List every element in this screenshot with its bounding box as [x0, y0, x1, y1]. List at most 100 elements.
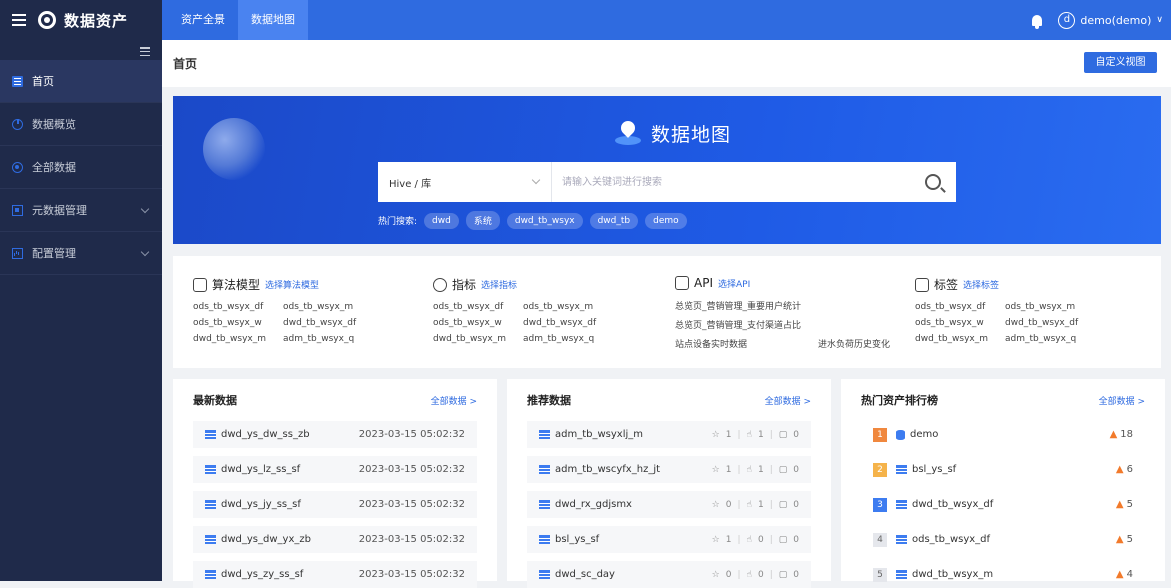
menu-toggle-icon[interactable]: [12, 14, 26, 26]
list-item[interactable]: dwd_rx_gdjsmx ☆ 0 | ☝ 1 | ▢ 0: [527, 491, 811, 518]
hit-count: 5: [1126, 534, 1133, 545]
source-select[interactable]: Hive / 库: [378, 162, 552, 202]
category-item[interactable]: 总览页_营销管理_重要用户统计: [675, 299, 801, 312]
item-time: 2023-03-15 05:02:32: [358, 534, 465, 545]
search-input[interactable]: [552, 162, 910, 202]
category-item[interactable]: dwd_tb_wsyx_m: [193, 334, 266, 344]
category-item[interactable]: ods_tb_wsyx_m: [523, 302, 596, 312]
list-item[interactable]: adm_tb_wsyxlj_m ☆ 1 | ☝ 1 | ▢ 0: [527, 421, 811, 448]
list-item[interactable]: adm_tb_wscyfx_hz_jt ☆ 1 | ☝ 1 | ▢ 0: [527, 456, 811, 483]
category-item[interactable]: ods_tb_wsyx_m: [283, 302, 356, 312]
top-bar: 数据资产 资产全景 数据地图 d demo(demo) ∨: [0, 0, 1171, 40]
category-item[interactable]: adm_tb_wsyx_q: [1005, 334, 1078, 344]
sidebar-item-home[interactable]: 首页: [0, 60, 162, 103]
hot-tag[interactable]: dwd: [424, 212, 459, 229]
ranking-item[interactable]: 3 dwd_tb_wsyx_df ▲ 5: [861, 491, 1145, 518]
category-title: 算法模型: [212, 278, 261, 292]
sidebar-item-all-data[interactable]: 全部数据: [0, 146, 162, 189]
category-item[interactable]: ods_tb_wsyx_m: [1005, 302, 1078, 312]
star-count: 1: [725, 464, 732, 475]
like-count: 1: [757, 429, 764, 440]
all-data-link[interactable]: 全部数据 >: [765, 394, 811, 407]
list-item[interactable]: dwd_ys_dw_ss_zb 2023-03-15 05:02:32: [193, 421, 477, 448]
list-item[interactable]: dwd_ys_jy_ss_sf 2023-03-15 05:02:32: [193, 491, 477, 518]
user-menu[interactable]: d demo(demo) ∨: [1058, 11, 1163, 29]
item-name: adm_tb_wsyxlj_m: [555, 429, 644, 440]
item-name: demo: [910, 429, 939, 440]
list-item[interactable]: dwd_sc_day ☆ 0 | ☝ 0 | ▢ 0: [527, 561, 811, 588]
search-button[interactable]: [910, 162, 956, 202]
comment-icon: ▢: [778, 499, 788, 510]
comment-icon: ▢: [778, 429, 788, 440]
item-name: dwd_rx_gdjsmx: [555, 499, 632, 510]
list-item[interactable]: bsl_ys_sf ☆ 1 | ☝ 0 | ▢ 0: [527, 526, 811, 553]
category-item[interactable]: dwd_tb_wsyx_m: [433, 334, 506, 344]
collapse-sidebar-icon[interactable]: [140, 47, 150, 56]
sidebar-item-config[interactable]: 配置管理: [0, 232, 162, 275]
category-item[interactable]: dwd_tb_wsyx_df: [283, 318, 356, 328]
category-item[interactable]: adm_tb_wsyx_q: [523, 334, 596, 344]
table-icon: [539, 500, 550, 509]
category-item[interactable]: ods_tb_wsyx_w: [915, 318, 988, 328]
category-item[interactable]: dwd_tb_wsyx_df: [1005, 318, 1078, 328]
category-item[interactable]: ods_tb_wsyx_w: [433, 318, 506, 328]
ranking-item[interactable]: 5 dwd_tb_wsyx_m ▲ 4: [861, 561, 1145, 588]
category-item[interactable]: 进水负荷历史变化: [818, 337, 890, 350]
rank-badge: 2: [873, 462, 887, 477]
list-item[interactable]: dwd_ys_lz_ss_sf 2023-03-15 05:02:32: [193, 456, 477, 483]
item-name: dwd_ys_dw_ss_zb: [221, 429, 310, 440]
category-item[interactable]: ods_tb_wsyx_df: [193, 302, 266, 312]
hot-tag[interactable]: 系统: [465, 211, 500, 230]
category-item[interactable]: 站点设备实时数据: [675, 337, 801, 350]
hit-count: 4: [1126, 569, 1133, 580]
sidebar-item-metadata[interactable]: 元数据管理: [0, 189, 162, 232]
thumb-up-icon: ☝: [746, 464, 752, 475]
sidebar-item-label: 首页: [32, 75, 54, 88]
category-item[interactable]: ods_tb_wsyx_w: [193, 318, 266, 328]
recommended-data-panel: 推荐数据 全部数据 > adm_tb_wsyxlj_m ☆ 1 | ☝ 1 | ▢ 0 adm…: [507, 379, 831, 588]
all-data-link[interactable]: 全部数据 >: [1099, 394, 1145, 407]
hot-tag[interactable]: dwd_tb: [589, 212, 639, 229]
item-name: ods_tb_wsyx_df: [912, 534, 991, 545]
category-item[interactable]: adm_tb_wsyx_q: [283, 334, 356, 344]
category-item[interactable]: dwd_tb_wsyx_df: [523, 318, 596, 328]
main-content: 首页 自定义视图 数据地图 Hive / 库 热门搜索: dwd 系统 dwd_…: [162, 40, 1171, 588]
bell-icon[interactable]: [1032, 14, 1043, 29]
comment-count: 0: [793, 569, 799, 580]
brand-title: 数据资产: [64, 11, 129, 30]
rank-badge: 4: [873, 532, 887, 547]
select-api-link[interactable]: 选择API: [718, 277, 750, 290]
tab-asset-overview[interactable]: 资产全景: [168, 0, 238, 40]
category-item[interactable]: ods_tb_wsyx_df: [915, 302, 988, 312]
select-model-link[interactable]: 选择算法模型: [265, 278, 319, 291]
tab-data-map[interactable]: 数据地图: [238, 0, 308, 40]
list-item[interactable]: dwd_ys_dw_yx_zb 2023-03-15 05:02:32: [193, 526, 477, 553]
table-icon: [896, 500, 907, 509]
custom-view-button[interactable]: 自定义视图: [1084, 52, 1157, 73]
table-icon: [539, 430, 550, 439]
category-item[interactable]: ods_tb_wsyx_df: [433, 302, 506, 312]
ranking-item[interactable]: 1 demo ▲ 18: [861, 421, 1145, 448]
item-name: dwd_ys_lz_ss_sf: [221, 464, 301, 475]
sidebar: 首页 数据概览 全部数据 元数据管理 配置管理: [0, 40, 162, 581]
ranking-item[interactable]: 2 bsl_ys_sf ▲ 6: [861, 456, 1145, 483]
hot-tag[interactable]: dwd_tb_wsyx: [506, 212, 583, 229]
sidebar-item-label: 数据概览: [32, 118, 76, 131]
hot-tag[interactable]: demo: [645, 212, 687, 229]
list-item[interactable]: dwd_ys_zy_ss_sf 2023-03-15 05:02:32: [193, 561, 477, 588]
pie-chart-icon: [12, 118, 23, 130]
sidebar-item-data-overview[interactable]: 数据概览: [0, 103, 162, 146]
rank-badge: 1: [873, 427, 887, 442]
category-item[interactable]: dwd_tb_wsyx_m: [915, 334, 988, 344]
like-count: 1: [757, 499, 764, 510]
sidebar-item-label: 元数据管理: [32, 204, 87, 217]
category-item[interactable]: 总览页_营销管理_支付渠道占比: [675, 318, 801, 331]
decorative-orb: [203, 118, 265, 180]
star-count: 0: [725, 569, 732, 580]
table-icon: [205, 570, 216, 579]
select-tag-link[interactable]: 选择标签: [963, 278, 999, 291]
item-name: bsl_ys_sf: [912, 464, 957, 475]
ranking-item[interactable]: 4 ods_tb_wsyx_df ▲ 5: [861, 526, 1145, 553]
all-data-link[interactable]: 全部数据 >: [431, 394, 477, 407]
select-metric-link[interactable]: 选择指标: [481, 278, 517, 291]
